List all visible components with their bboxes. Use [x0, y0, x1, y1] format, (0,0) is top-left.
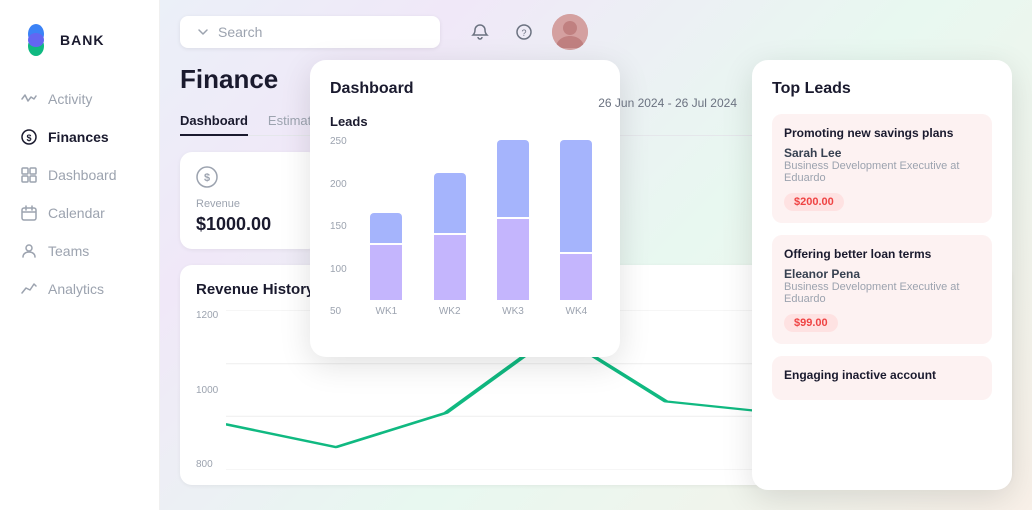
top-bar-icons: ?: [464, 14, 588, 50]
lead-role-0: Business Development Executive at Eduard…: [784, 160, 980, 184]
sidebar-item-analytics[interactable]: Analytics: [0, 270, 159, 308]
sidebar-label-calendar: Calendar: [48, 205, 105, 221]
sidebar-label-teams: Teams: [48, 243, 89, 259]
bar-wk1-bottom: [370, 245, 402, 300]
lead-campaign-2: Engaging inactive account: [784, 368, 980, 382]
sidebar-item-teams[interactable]: Teams: [0, 232, 159, 270]
revenue-label: Revenue: [196, 198, 304, 210]
bar-wk3-bottom: [497, 219, 529, 300]
calendar-icon: [20, 204, 38, 222]
svg-text:$: $: [204, 172, 210, 184]
top-leads-title: Top Leads: [772, 80, 992, 98]
lead-name-0: Sarah Lee: [784, 146, 980, 160]
sidebar-item-activity[interactable]: Activity: [0, 80, 159, 118]
app-container: BANK Activity $ Finances: [0, 0, 1032, 510]
lead-name-1: Eleanor Pena: [784, 267, 980, 281]
bar-label-wk2: WK2: [439, 306, 461, 317]
sidebar-label-analytics: Analytics: [48, 281, 104, 297]
chart-y-labels: 1200 1000 800: [196, 310, 218, 470]
bar-label-wk4: WK4: [566, 306, 588, 317]
dashboard-icon: [20, 166, 38, 184]
bar-group-wk4: WK4: [553, 140, 600, 317]
bell-icon: [471, 23, 489, 41]
top-bar: Search ?: [160, 0, 1032, 64]
finances-icon: $: [20, 128, 38, 146]
bar-chart: 250 200 150 100 50 WK1: [330, 137, 600, 337]
help-button[interactable]: ?: [508, 16, 540, 48]
bar-wk4-bottom: [560, 254, 592, 300]
revenue-card: $ Revenue $1000.00: [180, 152, 320, 249]
sidebar-item-calendar[interactable]: Calendar: [0, 194, 159, 232]
lead-item-1: Offering better loan terms Eleanor Pena …: [772, 235, 992, 344]
lead-badge-1: $99.00: [784, 314, 838, 332]
help-icon: ?: [515, 23, 533, 41]
bar-wk1-top: [370, 213, 402, 243]
user-avatar-icon: [552, 14, 588, 50]
chevron-down-icon: [196, 25, 210, 39]
logo-icon: [20, 24, 52, 56]
sidebar: BANK Activity $ Finances: [0, 0, 160, 510]
lead-campaign-0: Promoting new savings plans: [784, 126, 980, 140]
search-box[interactable]: Search: [180, 16, 440, 48]
lead-badge-0: $200.00: [784, 193, 844, 211]
svg-text:?: ?: [521, 28, 526, 38]
search-input[interactable]: Search: [218, 24, 262, 40]
sidebar-label-dashboard: Dashboard: [48, 167, 117, 183]
bar-wk2-top: [434, 173, 466, 233]
bars-area: WK1 WK2 WK3: [363, 137, 600, 337]
app-name: BANK: [60, 32, 104, 48]
leads-label: Leads: [330, 114, 600, 129]
sidebar-label-activity: Activity: [48, 91, 92, 107]
bar-group-wk2: WK2: [426, 140, 473, 317]
logo-area: BANK: [0, 16, 159, 80]
lead-item-0: Promoting new savings plans Sarah Lee Bu…: [772, 114, 992, 223]
lead-role-1: Business Development Executive at Eduard…: [784, 281, 980, 305]
bar-group-wk3: WK3: [489, 140, 536, 317]
bar-wk3-top: [497, 140, 529, 217]
sidebar-label-finances: Finances: [48, 129, 109, 145]
bar-label-wk1: WK1: [376, 306, 398, 317]
bar-group-wk1: WK1: [363, 140, 410, 317]
bar-label-wk3: WK3: [502, 306, 524, 317]
revenue-icon: $: [196, 166, 304, 194]
lead-campaign-1: Offering better loan terms: [784, 247, 980, 261]
dashboard-card-title: Dashboard: [330, 80, 600, 98]
bar-wk2-bottom: [434, 235, 466, 300]
dashboard-overlay-card: Dashboard Leads 250 200 150 100 50 WK1: [310, 60, 620, 357]
tab-dashboard[interactable]: Dashboard: [180, 107, 248, 136]
lead-item-2: Engaging inactive account: [772, 356, 992, 400]
bar-wk4-top: [560, 140, 592, 252]
activity-icon: [20, 90, 38, 108]
sidebar-item-dashboard[interactable]: Dashboard: [0, 156, 159, 194]
svg-text:$: $: [26, 133, 31, 143]
avatar[interactable]: [552, 14, 588, 50]
teams-icon: [20, 242, 38, 260]
revenue-value: $1000.00: [196, 214, 304, 235]
bar-chart-y-axis: 250 200 150 100 50: [330, 137, 347, 337]
date-range: 26 Jun 2024 - 26 Jul 2024: [598, 96, 737, 110]
top-leads-card: Top Leads Promoting new savings plans Sa…: [752, 60, 1012, 490]
analytics-icon: [20, 280, 38, 298]
notification-button[interactable]: [464, 16, 496, 48]
sidebar-item-finances[interactable]: $ Finances: [0, 118, 159, 156]
